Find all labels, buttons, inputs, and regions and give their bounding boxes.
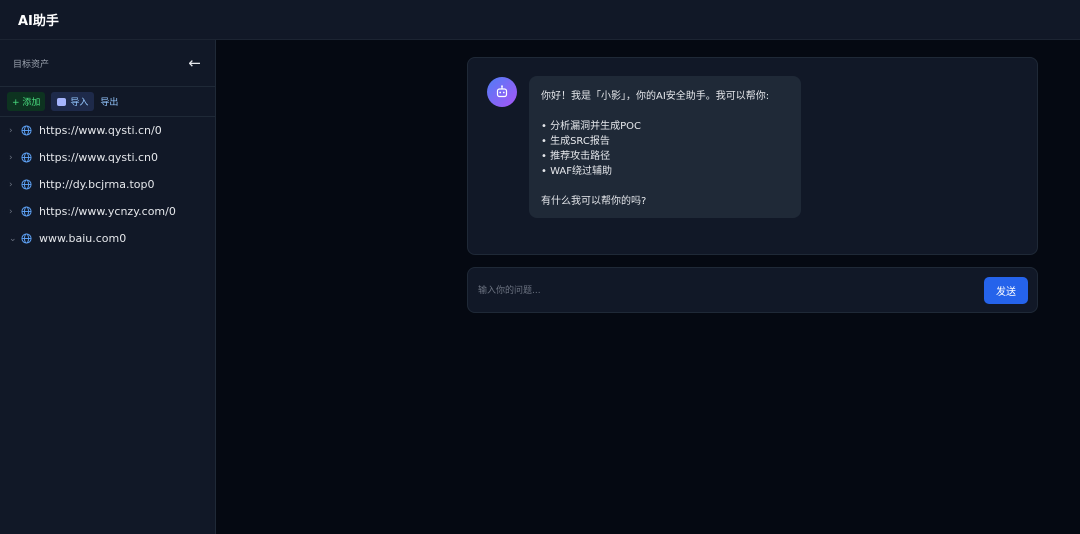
asset-actions: + 添加 导入 导出 [0,87,215,117]
globe-icon [21,125,32,136]
chevron-right-icon[interactable]: › [9,126,21,136]
send-button[interactable]: 发送 [984,277,1028,304]
robot-glyph-icon [496,85,508,98]
asset-item[interactable]: › https://www.qysti.cn0 [0,144,215,171]
asset-item[interactable]: › http://dy.bcjrma.top0 [0,171,215,198]
app-title: AI助手 [18,14,59,29]
globe-icon [21,206,32,217]
top-bar: AI助手 [0,0,1080,40]
message-bullet: • WAF绕过辅助 [541,166,613,177]
robot-import-icon [57,97,67,106]
asset-label: https://www.qysti.cn/0 [39,124,162,137]
sidebar-title: 目标资产 [13,59,50,70]
add-button[interactable]: + 添加 [7,92,46,111]
globe-icon [21,233,32,244]
bot-message-bubble: 你好！我是「小影」，你的AI安全助手。我可以帮你: • 分析漏洞并生成POC •… [529,76,801,218]
chat-input-bar: 发送 [467,267,1038,313]
message-bullet: • 推荐攻击路径 [541,151,611,162]
robot-icon [487,77,517,107]
chevron-right-icon[interactable]: › [9,207,21,217]
import-button[interactable]: 导入 [51,92,95,111]
asset-label: www.baiu.com0 [39,232,127,245]
chevron-down-icon[interactable]: ⌄ [9,234,21,244]
message-bullet: • 生成SRC报告 [541,136,610,147]
chat-input[interactable] [478,280,968,302]
sidebar-header: 目标资产 ← [0,40,215,87]
export-button[interactable]: 导出 [100,92,118,111]
asset-list: › https://www.qysti.cn/0 › https://www.q… [0,117,215,252]
asset-item[interactable]: ⌄ www.baiu.com0 [0,225,215,252]
globe-icon [21,179,32,190]
message-greeting: 你好！我是「小影」，你的AI安全助手。我可以帮你: [541,91,770,102]
chevron-right-icon[interactable]: › [9,153,21,163]
chevron-right-icon[interactable]: › [9,180,21,190]
import-label: 导入 [70,98,89,108]
asset-label: http://dy.bcjrma.top0 [39,178,155,191]
asset-item[interactable]: › https://www.qysti.cn/0 [0,117,215,144]
asset-item[interactable]: › https://www.ycnzy.com/0 [0,198,215,225]
message-bullet: • 分析漏洞并生成POC [541,121,641,132]
sidebar: 目标资产 ← + 添加 导入 导出 › https://www.qysti.cn… [0,40,216,534]
message-closing: 有什么我可以帮你的吗? [541,196,647,207]
chat-panel: 你好！我是「小影」，你的AI安全助手。我可以帮你: • 分析漏洞并生成POC •… [467,57,1038,255]
asset-label: https://www.ycnzy.com/0 [39,205,176,218]
asset-label: https://www.qysti.cn0 [39,151,159,164]
globe-icon [21,152,32,163]
arrow-left-icon[interactable]: ← [188,55,201,71]
